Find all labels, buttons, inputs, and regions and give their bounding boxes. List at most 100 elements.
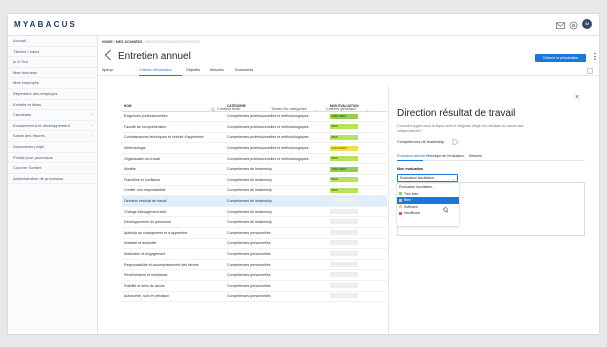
table-row[interactable]: Persévérance et résistance Compétences pe…	[122, 269, 387, 281]
chevron-right-icon: ›	[91, 122, 93, 129]
tab[interactable]: Objectifs	[186, 68, 200, 72]
sidebar-item[interactable]: Candidats ›	[8, 110, 97, 121]
table-row[interactable]: Développement du personnel Compétences de…	[122, 216, 387, 229]
evaluation-dropdown: Évaluation facultative... Très bien Bien Su…	[397, 184, 459, 226]
sidebar-item[interactable]: Documents projet	[8, 142, 97, 153]
sidebar-item[interactable]: Accueil	[8, 36, 97, 47]
criterion-category: Compétences de leadership	[225, 174, 328, 186]
sidebar: Accueil Tâches / Inbox In & Out Mes données…	[8, 36, 98, 334]
rating-cell	[328, 248, 387, 260]
table-row[interactable]: Faculté de compréhension Compétences prof…	[122, 121, 387, 133]
rating-cell: BIEN	[328, 132, 387, 144]
sidebar-item-label: Mes données	[13, 69, 38, 75]
rating-badge	[330, 208, 358, 214]
table-row[interactable]: Modèle Compétences de leadership TRÈS BIEN	[122, 163, 387, 176]
active-tab-indicator	[139, 74, 182, 76]
tab[interactable]: Critères d'évaluation	[139, 68, 172, 72]
mail-icon[interactable]	[555, 20, 566, 31]
rating-badge	[330, 198, 358, 204]
dropdown-option-label: Suffisant	[404, 204, 418, 209]
tab-bar: Aperçu Critères d'évaluation Objectifs Mesu…	[98, 66, 599, 76]
sidebar-item[interactable]: In & Out	[8, 57, 97, 68]
table-row[interactable]: Confier une responsabilité Compétences de…	[122, 185, 387, 197]
rating-cell: BIEN	[328, 174, 387, 186]
table-row[interactable]: Initiative et assiduité Compétences perso…	[122, 238, 387, 250]
sidebar-item-label: Encadrement et développement	[13, 122, 70, 128]
table-row[interactable]: Autonomie, soin et précision Compétences …	[122, 291, 387, 303]
user-avatar[interactable]: IM	[582, 19, 592, 29]
sidebar-item[interactable]: Administration de processus	[8, 174, 97, 185]
panel-tab[interactable]: Historique de l'évaluation	[426, 154, 464, 158]
filter-icon[interactable]	[587, 68, 593, 74]
breadcrumb-section[interactable]: MES DONNÉES	[116, 40, 143, 44]
rating-cell: SUFFISANT	[328, 142, 387, 154]
sidebar-item[interactable]: Saisie des heures ›	[8, 131, 97, 142]
criterion-name: Développement du personnel	[122, 216, 225, 229]
table-header-row: NOM CATÉGORIE MON ÉVALUATION	[122, 102, 387, 112]
table-row[interactable]: Exigences professionnelles Compétences pr…	[122, 111, 387, 123]
criterion-name: Méthodologie	[122, 142, 225, 154]
criterion-name: Responsabilité et accomplissement des tâ…	[122, 259, 225, 271]
panel-tab[interactable]: Évaluation actuelle	[397, 154, 425, 158]
sidebar-item[interactable]: Extraits et listes	[8, 100, 97, 111]
close-icon[interactable]: ×	[575, 94, 579, 101]
criterion-category: Compétences de leadership	[225, 185, 328, 197]
detail-panel: × Direction résultat de travail Comment …	[388, 86, 589, 334]
settings-icon[interactable]	[568, 20, 579, 31]
table-row[interactable]: Connaissances techniques et volonté d'ap…	[122, 132, 387, 144]
main-content: HOME / MES DONNÉES / ANNEEDESDONNEESPROC…	[98, 36, 599, 334]
back-chevron-icon[interactable]	[104, 49, 112, 61]
sidebar-item[interactable]: Portail pour processus	[8, 153, 97, 164]
tab[interactable]: Aperçu	[102, 68, 113, 72]
panel-title: Direction résultat de travail	[397, 108, 516, 119]
column-header-category[interactable]: CATÉGORIE	[225, 102, 328, 112]
criterion-name: Initiative et assiduité	[122, 238, 225, 250]
tab[interactable]: Mesures	[210, 68, 224, 72]
criterion-name: Aptitude au changement et à apprendre	[122, 227, 225, 239]
table-row[interactable]: Responsabilité et accomplissement des tâ…	[122, 259, 387, 271]
more-menu-icon[interactable]: ⋮	[591, 52, 599, 61]
breadcrumb-home[interactable]: HOME	[102, 40, 113, 44]
sidebar-item[interactable]: Répertoire des employés	[8, 89, 97, 100]
criterion-name: Organisation du travail	[122, 153, 225, 165]
table-row[interactable]: Méthodologie Compétences professionnelles…	[122, 142, 387, 154]
criterion-category: Compétences professionnelles et méthodol…	[225, 121, 328, 133]
sidebar-item[interactable]: Mes employés	[8, 78, 97, 89]
rating-swatch	[399, 198, 402, 202]
rating-badge	[330, 282, 358, 288]
sidebar-item[interactable]: Encadrement et développement ›	[8, 121, 97, 132]
column-header-name[interactable]: NOM	[122, 102, 225, 112]
criteria-table-wrapper: NOM CATÉGORIE MON ÉVALUATION Exigences p…	[122, 102, 387, 303]
column-header-rating[interactable]: MON ÉVALUATION	[328, 102, 387, 112]
table-row[interactable]: Motivation et engagement Compétences pers…	[122, 248, 387, 260]
table-row[interactable]: Direction résultat de travail Compétences…	[122, 195, 387, 207]
table-row[interactable]: Organisation du travail Compétences profe…	[122, 153, 387, 165]
sidebar-item[interactable]: Courrier Sortant	[8, 163, 97, 174]
dropdown-option[interactable]: Insuffisant	[397, 210, 459, 217]
rating-swatch	[399, 211, 402, 215]
table-row[interactable]: Aptitude au changement et à apprendre Com…	[122, 227, 387, 239]
table-row[interactable]: Fiabilité et sens du devoir Compétences p…	[122, 280, 387, 292]
app-logo[interactable]: MYABACUS	[14, 20, 77, 29]
sidebar-item[interactable]: Mes données	[8, 68, 97, 79]
close-preparation-button[interactable]: Clôturer la préparation	[535, 54, 586, 62]
dropdown-option-label: Très bien	[404, 191, 419, 196]
table-row[interactable]: Change Management actif Compétences de le…	[122, 206, 387, 218]
panel-description: Comment jugez-vous la façon dont le diri…	[397, 124, 524, 133]
table-row[interactable]: Franchise et confiance Compétences de lea…	[122, 174, 387, 186]
criterion-category: Compétences professionnelles et méthodol…	[225, 142, 328, 154]
rating-cell: BIEN	[328, 185, 387, 197]
criterion-name: Direction résultat de travail	[122, 195, 225, 207]
sidebar-item-label: Répertoire des employés	[13, 90, 58, 96]
tab[interactable]: Documents	[235, 68, 253, 72]
rating-swatch	[399, 192, 402, 196]
sidebar-item[interactable]: Tâches / Inbox	[8, 47, 97, 58]
sidebar-item-label: Extraits et listes	[13, 101, 42, 107]
breadcrumb-separator: /	[113, 40, 115, 44]
mouse-cursor-icon	[443, 207, 448, 213]
evaluation-select[interactable]: Évaluation facultative... ⌄	[397, 174, 458, 182]
criterion-category: Compétences personnelles	[225, 259, 328, 271]
panel-tab[interactable]: Mesures	[469, 154, 482, 158]
rating-badge	[330, 219, 358, 225]
app-window: MYABACUS IM Accueil Tâches / Inbox In & Ou…	[8, 14, 599, 334]
